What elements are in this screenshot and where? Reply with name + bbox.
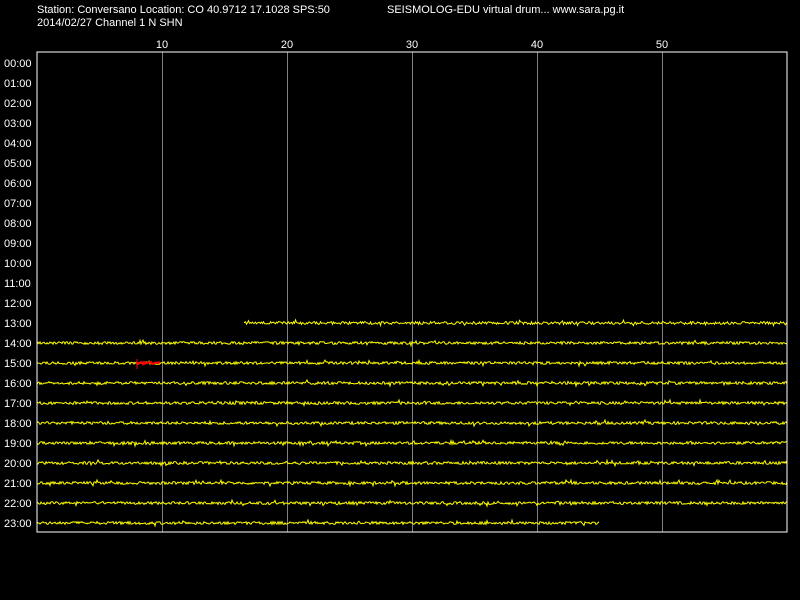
hour-label: 09:00 (4, 238, 32, 250)
hour-label: 00:00 (4, 58, 32, 70)
hour-label: 19:00 (4, 438, 32, 450)
minute-tick-label: 30 (406, 39, 418, 51)
minute-tick-label: 50 (656, 39, 668, 51)
hour-label: 11:00 (4, 278, 31, 290)
hour-label: 01:00 (4, 78, 32, 90)
hour-label: 12:00 (4, 298, 32, 310)
hour-label: 20:00 (4, 458, 32, 470)
hour-label: 18:00 (4, 418, 32, 430)
minute-tick-label: 10 (156, 39, 168, 51)
hour-label: 06:00 (4, 178, 32, 190)
hour-label: 15:00 (4, 358, 32, 370)
seismogram-drum: 10 20 30 40 50 00:00 01:00 02:00 03:00 04:00 05:0… (4, 39, 788, 533)
hour-labels: 00:00 01:00 02:00 03:00 04:00 05:00 06:00 07:00… (4, 58, 32, 530)
minute-tick-label: 20 (281, 39, 293, 51)
hour-label: 16:00 (4, 378, 32, 390)
hour-label: 10:00 (4, 258, 32, 270)
hour-label: 03:00 (4, 118, 32, 130)
hour-label: 13:00 (4, 318, 32, 330)
trace-line (36, 518, 600, 528)
hour-label: 21:00 (4, 478, 32, 490)
trace-line (244, 318, 787, 328)
hour-label: 04:00 (4, 138, 32, 150)
event-marker (136, 360, 161, 366)
minute-tick-label: 40 (531, 39, 543, 51)
hour-label: 23:00 (4, 518, 32, 530)
hour-label: 22:00 (4, 498, 32, 510)
minute-gridlines (162, 52, 663, 532)
hour-label: 08:00 (4, 218, 32, 230)
trace-23 (36, 518, 600, 528)
trace-13 (244, 318, 787, 328)
hour-label: 07:00 (4, 198, 32, 210)
hour-label: 14:00 (4, 338, 32, 350)
hour-label: 02:00 (4, 98, 32, 110)
hour-label: 17:00 (4, 398, 32, 410)
minute-tick-labels: 10 20 30 40 50 (156, 39, 668, 51)
hour-label: 05:00 (4, 158, 32, 170)
